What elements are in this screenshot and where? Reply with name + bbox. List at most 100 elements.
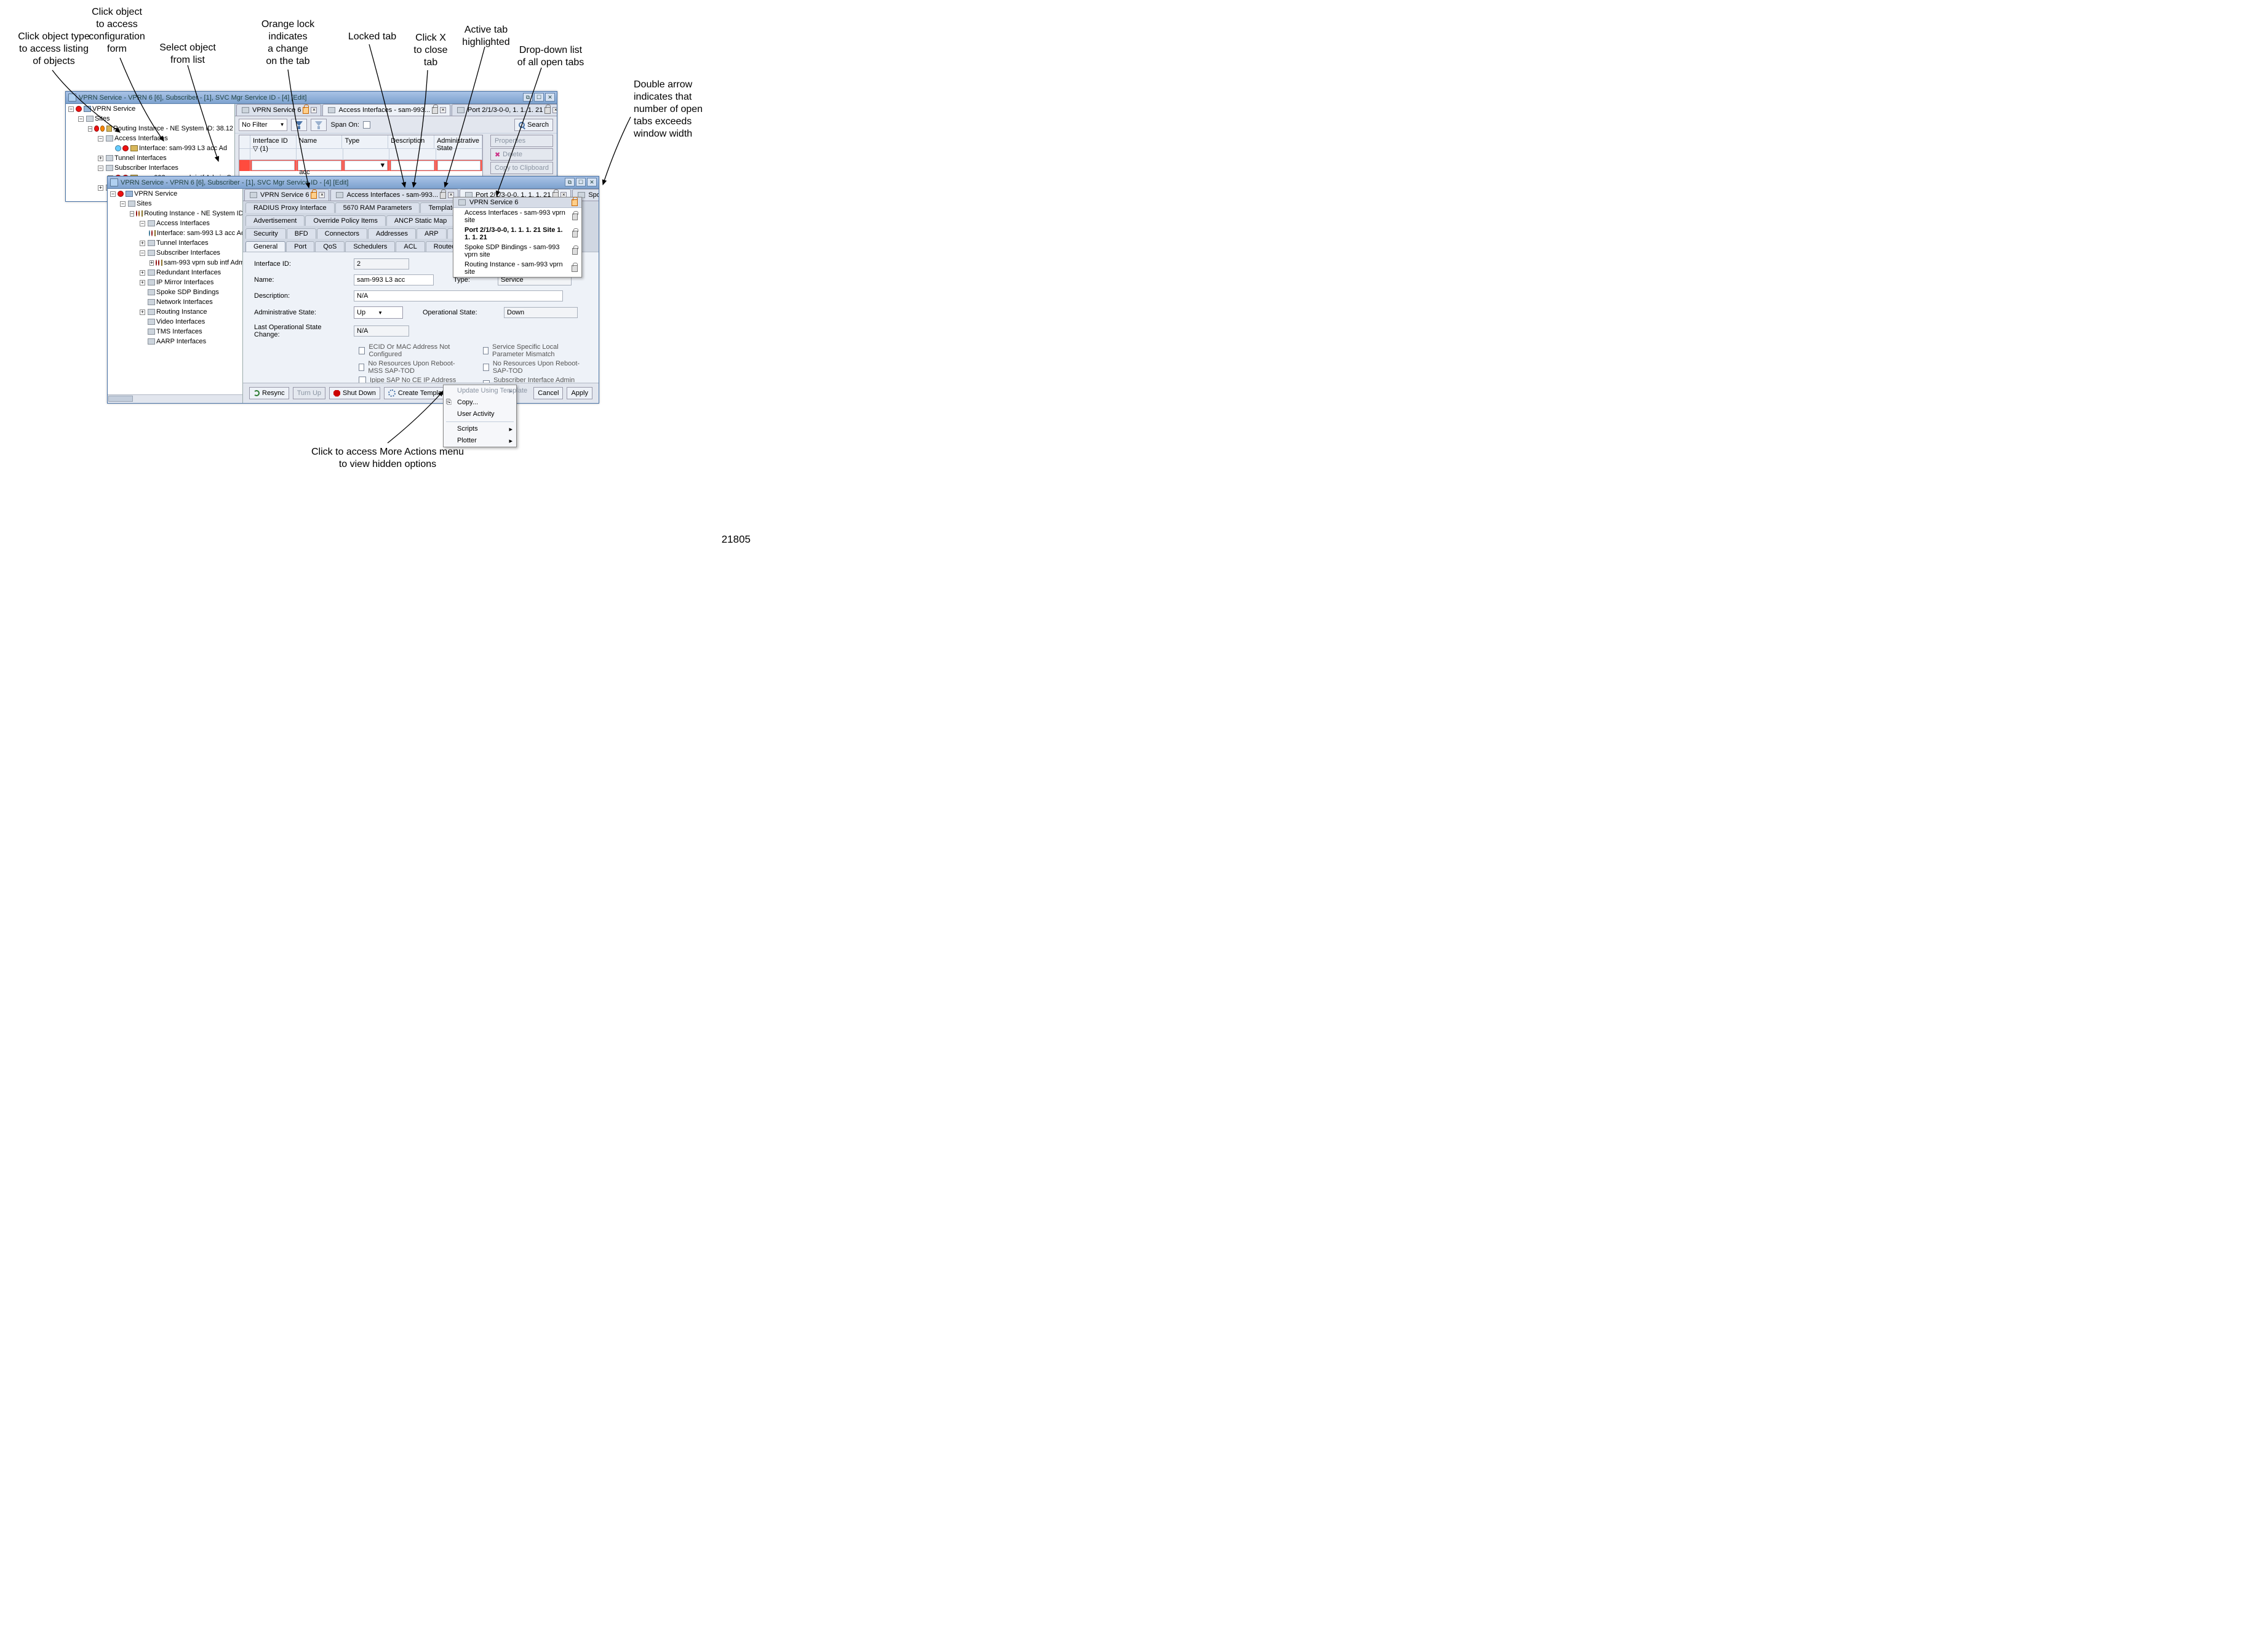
cancel-button[interactable]: Cancel — [533, 387, 563, 399]
tree-routing-instance[interactable]: Routing Instance - NE System ID: 38.12 — [113, 125, 233, 132]
inner-tab[interactable]: Override Policy Items — [305, 215, 386, 226]
column-header[interactable]: Interface ID ▽ (1) — [250, 135, 297, 148]
tree-subscriber[interactable]: Subscriber Interfaces — [156, 249, 220, 257]
tree-spoke-sdp[interactable]: Spoke SDP Bindings — [156, 289, 219, 296]
tree-tunnel[interactable]: Tunnel Interfaces — [114, 154, 167, 162]
expand-icon[interactable]: − — [88, 126, 92, 132]
maximize-button[interactable]: ☐ — [534, 93, 544, 102]
inner-tab[interactable]: Advertisement — [245, 215, 305, 226]
menu-user-activity[interactable]: User Activity — [444, 409, 516, 420]
back-window-titlebar[interactable]: VPRN Service - VPRN 6 [6], Subscriber - … — [66, 92, 557, 104]
checkbox[interactable] — [359, 364, 364, 371]
tree-ip-mirror[interactable]: IP Mirror Interfaces — [156, 279, 213, 286]
checkbox[interactable] — [359, 347, 365, 354]
inner-tab[interactable]: ARP — [417, 228, 447, 239]
tree-sites[interactable]: Sites — [137, 200, 151, 207]
tree-tms[interactable]: TMS Interfaces — [156, 328, 202, 335]
close-icon[interactable]: × — [552, 107, 557, 113]
dropdown-item[interactable]: Routing Instance - sam-993 vprn site — [453, 260, 581, 277]
restore-button[interactable]: ⧉ — [523, 93, 533, 102]
filter-combo[interactable]: No Filter▼ — [239, 119, 287, 131]
h-scrollbar[interactable] — [108, 394, 242, 403]
shut-down-button[interactable]: Shut Down — [329, 387, 380, 399]
tree-network-ifc[interactable]: Network Interfaces — [156, 298, 213, 306]
open-tabs-dropdown[interactable]: VPRN Service 6 Access Interfaces - sam-9… — [453, 197, 582, 277]
expand-icon[interactable]: − — [98, 166, 103, 171]
tree-root[interactable]: VPRN Service — [92, 105, 135, 113]
tree-root[interactable]: VPRN Service — [134, 190, 177, 198]
tree-pane-front[interactable]: −VPRN Service −Sites −Routing Instance -… — [108, 189, 243, 403]
inner-tab[interactable]: Addresses — [368, 228, 416, 239]
menu-copy[interactable]: ⎘Copy... — [444, 397, 516, 409]
tree-routing-instance[interactable]: Routing Instance - NE System ID: 38.12 — [144, 210, 242, 217]
tree-tunnel[interactable]: Tunnel Interfaces — [156, 239, 209, 247]
dropdown-item-active[interactable]: Port 2/1/3-0-0, 1. 1. 1. 21 Site 1. 1. 1… — [453, 225, 581, 242]
dropdown-item[interactable]: Spoke SDP Bindings - sam-993 vprn site — [453, 242, 581, 260]
expand-icon[interactable]: + — [150, 260, 154, 266]
tree-routing-inst2[interactable]: Routing Instance — [156, 308, 207, 316]
tree-subscriber[interactable]: Subscriber Interfaces — [114, 164, 178, 172]
dropdown-item[interactable]: Access Interfaces - sam-993 vprn site — [453, 208, 581, 225]
tree-interface-leaf[interactable]: Interface: sam-993 L3 acc Ad — [139, 145, 227, 152]
input-description[interactable] — [354, 290, 563, 301]
expand-icon[interactable]: + — [140, 270, 145, 276]
expand-icon[interactable]: − — [110, 191, 116, 197]
span-on-checkbox[interactable] — [363, 121, 370, 129]
filter-button[interactable] — [291, 119, 307, 131]
tab-vprn-service[interactable]: VPRN Service 6× — [236, 104, 321, 116]
tab-access-interfaces[interactable]: Access Interfaces - sam-993...× — [330, 189, 458, 201]
inner-tab[interactable]: RADIUS Proxy Interface — [245, 202, 335, 213]
inner-tab[interactable]: Port — [286, 241, 314, 252]
expand-icon[interactable]: − — [98, 136, 103, 142]
inner-tab[interactable]: 5670 RAM Parameters — [335, 202, 420, 213]
expand-icon[interactable]: + — [98, 156, 103, 161]
close-icon[interactable]: × — [311, 107, 317, 113]
search-button[interactable]: Search — [514, 119, 553, 131]
tree-redundant[interactable]: Redundant Interfaces — [156, 269, 221, 276]
inner-tab[interactable]: Connectors — [317, 228, 367, 239]
expand-icon[interactable]: + — [140, 309, 145, 315]
more-actions-menu[interactable]: Update Using Template ⎘Copy... User Acti… — [443, 385, 517, 447]
inner-tab[interactable]: ACL — [396, 241, 425, 252]
tab-port[interactable]: Port 2/1/3-0-0, 1. 1. 1. 21× — [452, 104, 557, 116]
column-header[interactable]: Type — [342, 135, 388, 148]
menu-scripts[interactable]: Scripts — [444, 423, 516, 435]
create-template-button[interactable]: Create Template — [384, 387, 452, 399]
tab-access-interfaces[interactable]: Access Interfaces - sam-993...× — [322, 104, 450, 116]
clear-filter-button[interactable] — [311, 119, 327, 131]
tree-access-interfaces[interactable]: Access Interfaces — [156, 220, 210, 227]
tree-sites[interactable]: Sites — [95, 115, 110, 122]
inner-tab[interactable]: General — [245, 241, 285, 252]
apply-button[interactable]: Apply — [567, 387, 592, 399]
column-header[interactable]: Description — [388, 135, 434, 148]
close-button[interactable]: ✕ — [545, 93, 555, 102]
close-icon[interactable]: × — [440, 107, 446, 113]
checkbox[interactable] — [483, 364, 489, 371]
menu-plotter[interactable]: Plotter — [444, 435, 516, 447]
inner-tab[interactable]: QoS — [315, 241, 345, 252]
expand-icon[interactable]: − — [120, 201, 126, 207]
inner-tab[interactable]: Schedulers — [345, 241, 395, 252]
column-header[interactable]: Administrative State — [434, 135, 482, 148]
tree-access-interfaces[interactable]: Access Interfaces — [114, 135, 168, 142]
expand-icon[interactable]: + — [98, 185, 103, 191]
front-window-titlebar[interactable]: VPRN Service - VPRN 6 [6], Subscriber - … — [108, 177, 599, 189]
inner-tab[interactable]: Security — [245, 228, 286, 239]
expand-icon[interactable]: − — [140, 250, 145, 256]
checkbox[interactable] — [359, 377, 366, 383]
tree-video[interactable]: Video Interfaces — [156, 318, 205, 325]
tab-vprn-service[interactable]: VPRN Service 6× — [244, 189, 329, 201]
tree-interface-leaf[interactable]: Interface: sam-993 L3 acc Ad — [157, 229, 242, 237]
tree-sub-leaf[interactable]: sam-993 vprn sub intf Admin S — [164, 259, 242, 266]
close-icon[interactable]: × — [319, 192, 325, 198]
tree-aarp[interactable]: AARP Interfaces — [156, 338, 206, 345]
expand-icon[interactable]: − — [78, 116, 84, 122]
expand-icon[interactable]: + — [140, 280, 145, 285]
expand-icon[interactable]: + — [140, 241, 145, 246]
restore-button[interactable]: ⧉ — [565, 178, 575, 186]
expand-icon[interactable]: − — [140, 221, 145, 226]
expand-icon[interactable]: − — [130, 211, 134, 217]
input-name[interactable] — [354, 274, 434, 285]
maximize-button[interactable]: ☐ — [576, 178, 586, 186]
combo-admin-state[interactable]: Up▼ — [354, 306, 403, 319]
